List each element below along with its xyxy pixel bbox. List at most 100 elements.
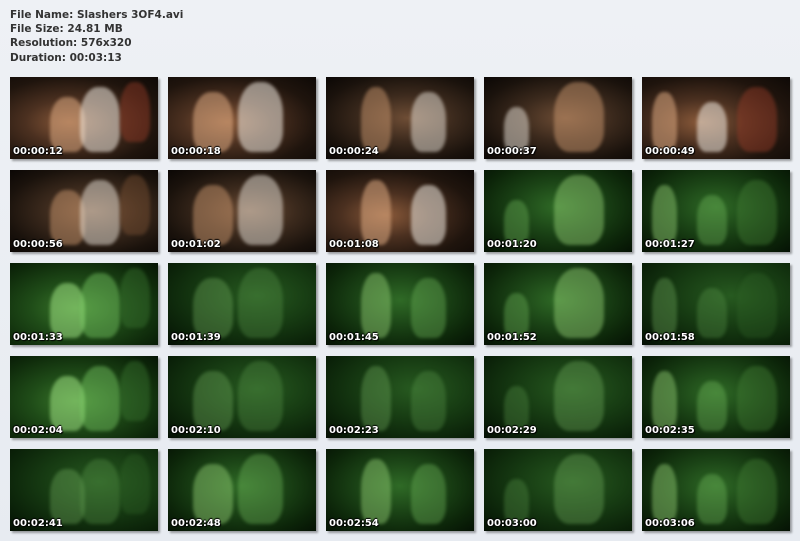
thumbnail-timestamp: 00:03:00	[487, 518, 537, 529]
figure-silhouette	[411, 371, 446, 431]
video-thumbnail[interactable]: 00:00:49	[642, 77, 790, 159]
file-info-header: File Name: Slashers 3OF4.avi File Size: …	[10, 8, 183, 65]
video-thumbnail[interactable]: 00:02:04	[10, 356, 158, 438]
video-thumbnail[interactable]: 00:02:29	[484, 356, 632, 438]
video-thumbnail[interactable]: 00:00:37	[484, 77, 632, 159]
video-thumbnail[interactable]: 00:02:48	[168, 449, 316, 531]
video-thumbnail[interactable]: 00:01:08	[326, 170, 474, 252]
thumbnail-timestamp: 00:00:24	[329, 146, 379, 157]
thumbnail-timestamp: 00:01:45	[329, 332, 379, 343]
figure-silhouette	[737, 459, 777, 524]
figure-silhouette	[80, 273, 120, 338]
figure-silhouette	[238, 175, 283, 245]
thumbnail-timestamp: 00:00:56	[13, 239, 63, 250]
figure-silhouette	[193, 185, 233, 245]
figure-silhouette	[652, 185, 677, 245]
thumbnail-timestamp: 00:01:39	[171, 332, 221, 343]
figure-silhouette	[411, 92, 446, 152]
thumbnail-timestamp: 00:01:20	[487, 239, 537, 250]
figure-silhouette	[361, 459, 391, 524]
video-thumbnail[interactable]: 00:01:02	[168, 170, 316, 252]
video-thumbnail[interactable]: 00:02:35	[642, 356, 790, 438]
figure-silhouette	[411, 278, 446, 338]
figure-silhouette	[737, 273, 777, 338]
video-thumbnail[interactable]: 00:00:18	[168, 77, 316, 159]
thumbnail-timestamp: 00:02:48	[171, 518, 221, 529]
figure-silhouette	[80, 366, 120, 431]
video-thumbnail[interactable]: 00:03:06	[642, 449, 790, 531]
figure-silhouette	[238, 361, 283, 431]
video-thumbnail[interactable]: 00:01:45	[326, 263, 474, 345]
figure-silhouette	[120, 175, 150, 235]
figure-silhouette	[120, 454, 150, 514]
video-thumbnail[interactable]: 00:00:12	[10, 77, 158, 159]
thumbnail-grid: 00:00:12 00:00:18 00:00:24 00:00:37 00:00:49…	[10, 77, 790, 531]
figure-silhouette	[80, 180, 120, 245]
figure-silhouette	[411, 185, 446, 245]
thumbnail-timestamp: 00:01:02	[171, 239, 221, 250]
figure-silhouette	[238, 454, 283, 524]
thumbnail-timestamp: 00:01:58	[645, 332, 695, 343]
thumbnail-timestamp: 00:00:49	[645, 146, 695, 157]
figure-silhouette	[193, 92, 233, 152]
figure-silhouette	[361, 273, 391, 338]
figure-silhouette	[737, 87, 777, 152]
figure-silhouette	[238, 82, 283, 152]
figure-silhouette	[697, 474, 727, 524]
figure-silhouette	[652, 278, 677, 338]
video-thumbnail[interactable]: 00:01:39	[168, 263, 316, 345]
video-thumbnail[interactable]: 00:03:00	[484, 449, 632, 531]
resolution-line: Resolution: 576x320	[10, 37, 132, 50]
video-thumbnail[interactable]: 00:01:27	[642, 170, 790, 252]
figure-silhouette	[361, 87, 391, 152]
duration-line: Duration: 00:03:13	[10, 51, 122, 64]
video-thumbnail[interactable]: 00:02:54	[326, 449, 474, 531]
thumbnail-timestamp: 00:00:37	[487, 146, 537, 157]
video-thumbnail[interactable]: 00:01:52	[484, 263, 632, 345]
figure-silhouette	[411, 464, 446, 524]
figure-silhouette	[737, 180, 777, 245]
video-thumbnail[interactable]: 00:01:33	[10, 263, 158, 345]
thumbnail-timestamp: 00:02:04	[13, 425, 63, 436]
video-thumbnail[interactable]: 00:00:24	[326, 77, 474, 159]
thumbnail-timestamp: 00:02:54	[329, 518, 379, 529]
figure-silhouette	[697, 102, 727, 152]
thumbnail-timestamp: 00:02:10	[171, 425, 221, 436]
video-thumbnail[interactable]: 00:01:58	[642, 263, 790, 345]
figure-silhouette	[697, 288, 727, 338]
thumbnail-timestamp: 00:01:52	[487, 332, 537, 343]
file-size-line: File Size: 24.81 MB	[10, 23, 123, 36]
thumbnail-timestamp: 00:01:27	[645, 239, 695, 250]
figure-silhouette	[80, 87, 120, 152]
figure-silhouette	[120, 361, 150, 421]
video-thumbnail[interactable]: 00:02:41	[10, 449, 158, 531]
thumbnail-timestamp: 00:01:33	[13, 332, 63, 343]
figure-silhouette	[652, 464, 677, 524]
file-name-line: File Name: Slashers 3OF4.avi	[10, 9, 184, 21]
thumbnail-timestamp: 00:01:08	[329, 239, 379, 250]
figure-silhouette	[652, 371, 677, 431]
figure-silhouette	[193, 371, 233, 431]
video-thumbnail[interactable]: 00:01:20	[484, 170, 632, 252]
thumbnail-timestamp: 00:02:41	[13, 518, 63, 529]
figure-silhouette	[697, 381, 727, 431]
figure-silhouette	[697, 195, 727, 245]
figure-silhouette	[554, 454, 604, 524]
figure-silhouette	[120, 268, 150, 328]
figure-silhouette	[193, 278, 233, 338]
figure-silhouette	[361, 366, 391, 431]
thumbnail-timestamp: 00:02:23	[329, 425, 379, 436]
figure-silhouette	[554, 361, 604, 431]
thumbnail-timestamp: 00:02:35	[645, 425, 695, 436]
figure-silhouette	[554, 268, 604, 338]
figure-silhouette	[120, 82, 150, 142]
video-thumbnail[interactable]: 00:02:10	[168, 356, 316, 438]
figure-silhouette	[554, 82, 604, 152]
thumbnail-timestamp: 00:03:06	[645, 518, 695, 529]
figure-silhouette	[193, 464, 233, 524]
thumbnail-timestamp: 00:00:12	[13, 146, 63, 157]
thumbnail-timestamp: 00:02:29	[487, 425, 537, 436]
figure-silhouette	[554, 175, 604, 245]
video-thumbnail[interactable]: 00:02:23	[326, 356, 474, 438]
video-thumbnail[interactable]: 00:00:56	[10, 170, 158, 252]
